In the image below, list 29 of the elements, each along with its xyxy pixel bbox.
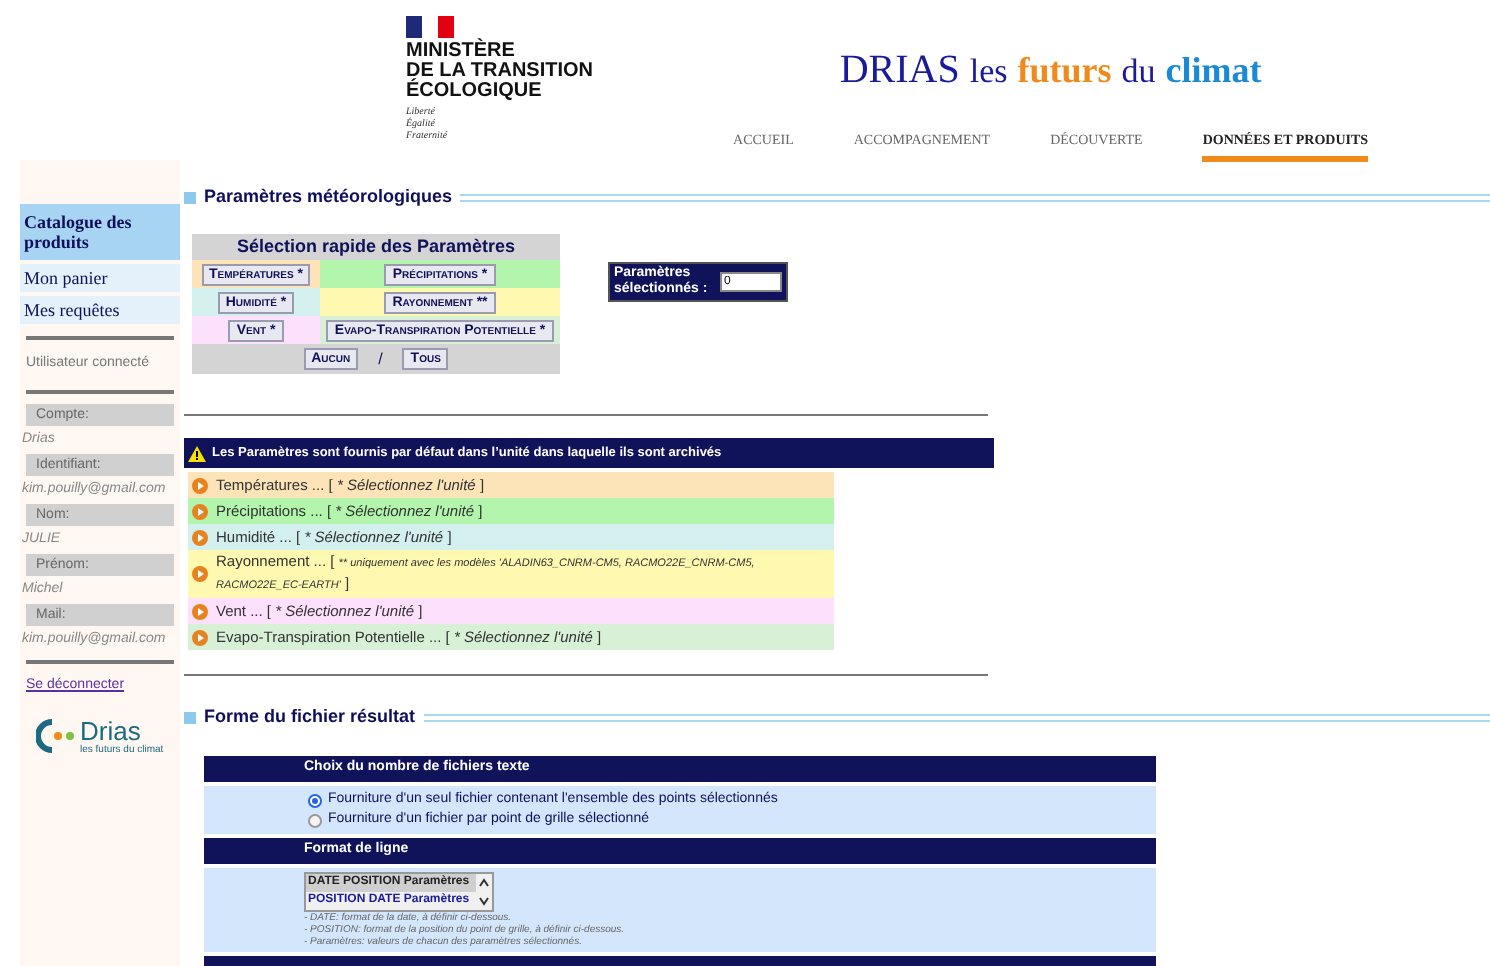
site-title: les xyxy=(969,50,1008,94)
sidebar-item[interactable]: Catalogue des produits xyxy=(20,204,180,260)
flag-icon xyxy=(406,16,454,38)
panel-title: Sélection rapide des Paramètres xyxy=(234,234,518,260)
logo-icon xyxy=(36,716,76,756)
radio-button[interactable] xyxy=(308,813,322,827)
play-icon xyxy=(192,629,208,645)
play-icon xyxy=(192,529,208,545)
ministry-name: MINISTÈRE xyxy=(406,42,517,62)
radio-button[interactable] xyxy=(308,793,322,807)
ministry-name: DE LA TRANSITION xyxy=(406,62,594,82)
section-title: Forme du fichier résultat xyxy=(204,706,416,728)
play-icon xyxy=(192,603,208,619)
bullet-icon xyxy=(184,711,196,723)
ministry-name: ÉCOLOGIQUE xyxy=(406,82,544,102)
site-title: futurs xyxy=(1017,48,1112,94)
logo-name: Drias xyxy=(80,717,141,743)
site-title: du xyxy=(1121,50,1156,94)
separator-text: / xyxy=(378,347,383,371)
bullet-icon xyxy=(184,191,196,203)
section-title: Paramètres météorologiques xyxy=(204,186,453,208)
site-title: DRIAS xyxy=(839,46,960,96)
sidebar-item[interactable]: Mes requêtes xyxy=(20,296,180,324)
site-title: climat xyxy=(1165,48,1262,94)
sidebar-item[interactable]: Mon panier xyxy=(20,264,180,292)
play-icon xyxy=(192,503,208,519)
warning-icon xyxy=(188,445,206,461)
play-icon xyxy=(192,477,208,493)
play-icon xyxy=(192,566,208,582)
